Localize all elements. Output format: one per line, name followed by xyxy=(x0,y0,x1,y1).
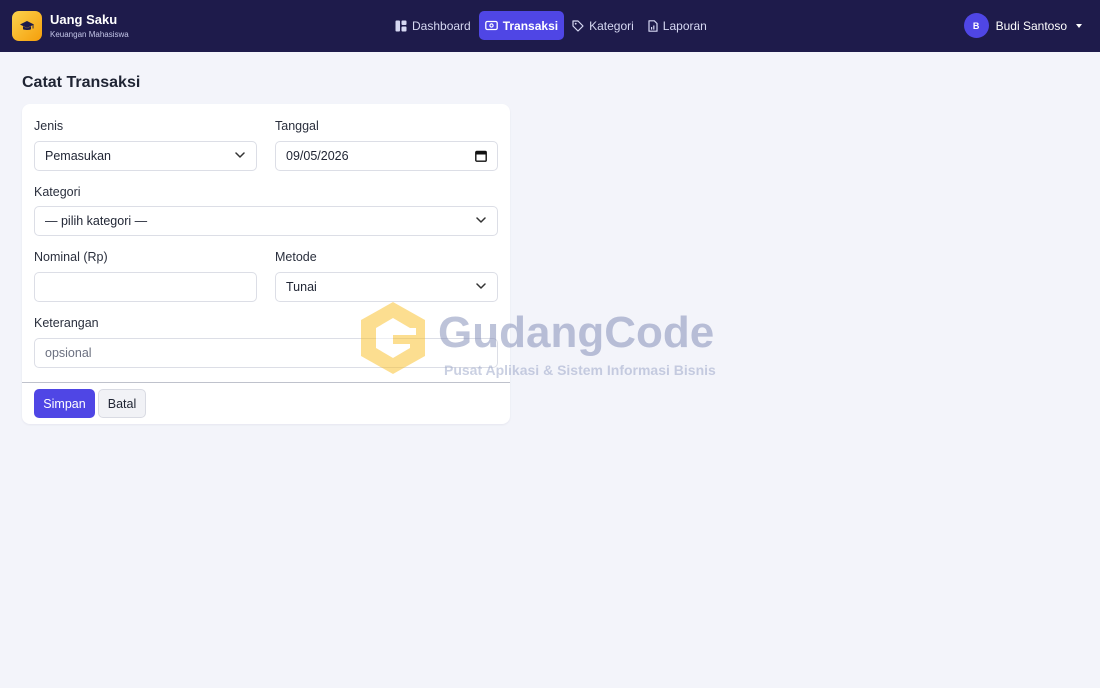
cancel-button[interactable]: Batal xyxy=(98,389,146,418)
jenis-label: Jenis xyxy=(34,119,64,133)
metode-select[interactable]: Tunai xyxy=(275,272,498,302)
keterangan-input[interactable]: opsional xyxy=(34,338,498,368)
page-title: Catat Transaksi xyxy=(22,74,141,91)
brand-title: Uang Saku xyxy=(50,11,118,27)
kategori-label: Kategori xyxy=(34,185,81,199)
top-navbar: Uang Saku Keuangan Mahasiswa Dashboard T… xyxy=(0,0,1100,52)
wallet-icon xyxy=(484,20,498,31)
keterangan-placeholder: opsional xyxy=(45,346,92,360)
nav-item-dashboard[interactable]: Dashboard xyxy=(389,11,477,40)
metode-label: Metode xyxy=(275,250,317,264)
save-button[interactable]: Simpan xyxy=(34,389,95,418)
user-menu[interactable]: B Budi Santoso xyxy=(963,13,1082,38)
nav-item-transaksi[interactable]: Transaksi xyxy=(478,11,565,40)
nav-item-kategori[interactable]: Kategori xyxy=(566,11,640,40)
nav-item-laporan[interactable]: Laporan xyxy=(642,11,713,40)
kategori-select[interactable]: — pilih kategori — xyxy=(34,206,498,236)
nominal-label: Nominal (Rp) xyxy=(34,250,108,264)
nav-item-label: Dashboard xyxy=(412,18,471,33)
brand-subtitle: Keuangan Mahasiswa xyxy=(50,29,129,39)
kategori-value: — pilih kategori — xyxy=(45,214,148,228)
main-nav: Dashboard Transaksi Kategori Laporan xyxy=(389,11,715,40)
user-name: Budi Santoso xyxy=(995,18,1067,33)
tanggal-label: Tanggal xyxy=(275,119,319,133)
transaction-form-card: Jenis Pemasukan Tanggal 09/05/2026 Kateg… xyxy=(22,104,510,424)
jenis-value: Pemasukan xyxy=(45,149,112,163)
dashboard-icon xyxy=(395,20,407,31)
avatar: B xyxy=(963,13,989,38)
chevron-down-icon xyxy=(235,152,245,158)
chevron-down-icon xyxy=(476,283,486,289)
calendar-icon[interactable] xyxy=(475,150,487,162)
nominal-input[interactable] xyxy=(34,272,257,302)
tanggal-input[interactable]: 09/05/2026 xyxy=(275,141,498,171)
nav-item-label: Laporan xyxy=(662,18,707,33)
tanggal-value: 09/05/2026 xyxy=(286,149,349,163)
tag-icon xyxy=(572,19,584,32)
caret-down-icon xyxy=(1076,23,1082,28)
form-divider xyxy=(22,382,510,383)
report-icon xyxy=(648,19,658,32)
jenis-select[interactable]: Pemasukan xyxy=(34,141,257,171)
metode-value: Tunai xyxy=(286,280,317,294)
graduation-cap-icon xyxy=(12,11,42,41)
nav-item-label: Transaksi xyxy=(502,18,559,33)
chevron-down-icon xyxy=(476,217,486,223)
brand[interactable]: Uang Saku Keuangan Mahasiswa xyxy=(12,11,129,41)
keterangan-label: Keterangan xyxy=(34,316,99,330)
nav-item-label: Kategori xyxy=(589,18,634,33)
